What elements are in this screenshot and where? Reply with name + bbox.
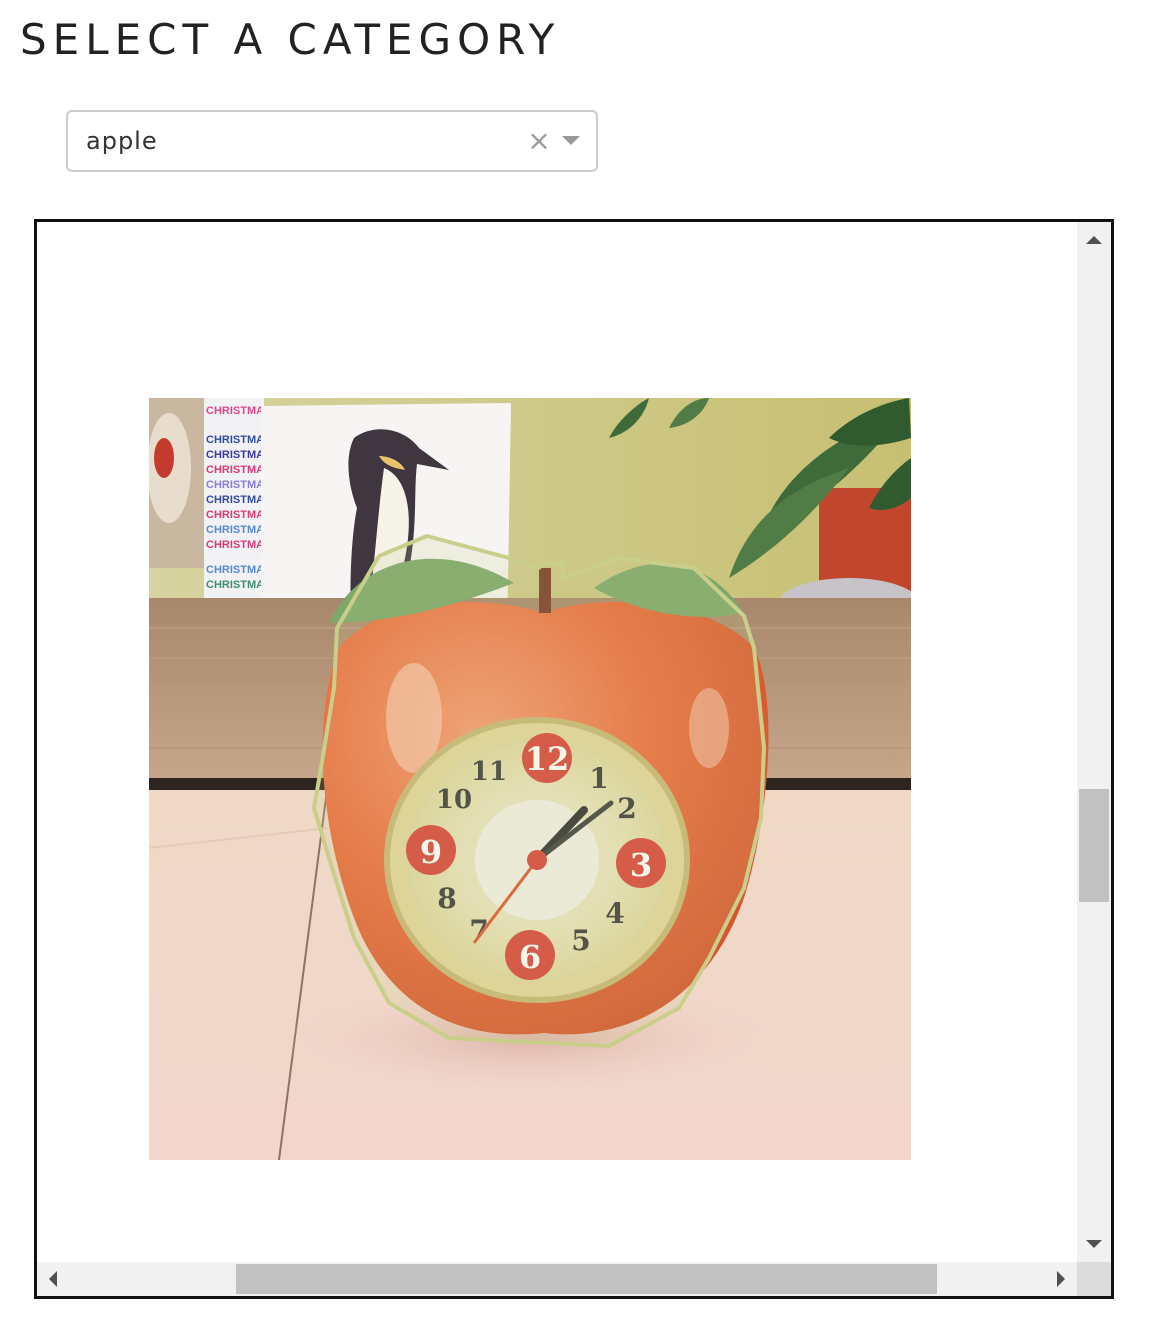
- category-select[interactable]: apple ×: [66, 110, 598, 172]
- svg-text:CHRISTMA: CHRISTMA: [206, 509, 264, 521]
- image-viewer[interactable]: CHRISTMA CHRISTMA CHRISTMA CHRISTMA CHRI…: [34, 219, 1114, 1299]
- svg-text:CHRISTMA: CHRISTMA: [206, 494, 264, 506]
- apple-segmentation-mask: [312, 534, 766, 1048]
- scroll-up-arrow-icon[interactable]: [1086, 236, 1102, 244]
- scroll-right-arrow-icon[interactable]: [1057, 1271, 1065, 1287]
- chevron-down-icon[interactable]: [562, 136, 580, 145]
- close-icon[interactable]: ×: [526, 126, 552, 156]
- svg-text:CHRISTMA: CHRISTMA: [206, 434, 264, 446]
- scrollbar-corner: [1077, 1262, 1111, 1296]
- svg-text:CHRISTMA: CHRISTMA: [206, 564, 264, 576]
- svg-text:CHRISTMA: CHRISTMA: [206, 479, 264, 491]
- svg-text:CHRISTMA: CHRISTMA: [206, 524, 264, 536]
- annotated-photo: CHRISTMA CHRISTMA CHRISTMA CHRISTMA CHRI…: [149, 398, 911, 1160]
- svg-text:CHRISTMA: CHRISTMA: [206, 579, 264, 591]
- svg-text:CHRISTMA: CHRISTMA: [206, 449, 264, 461]
- horizontal-scroll-thumb[interactable]: [236, 1264, 937, 1294]
- page-title: SELECT A CATEGORY: [20, 15, 561, 64]
- vertical-scrollbar[interactable]: [1077, 222, 1111, 1262]
- scroll-down-arrow-icon[interactable]: [1086, 1240, 1102, 1248]
- horizontal-scrollbar[interactable]: [37, 1262, 1077, 1296]
- svg-text:CHRISTMA: CHRISTMA: [206, 405, 264, 417]
- category-select-value: apple: [86, 127, 158, 155]
- scroll-left-arrow-icon[interactable]: [49, 1271, 57, 1287]
- svg-text:CHRISTMA: CHRISTMA: [206, 464, 264, 476]
- vertical-scroll-thumb[interactable]: [1079, 789, 1109, 902]
- svg-text:CHRISTMA: CHRISTMA: [206, 539, 264, 551]
